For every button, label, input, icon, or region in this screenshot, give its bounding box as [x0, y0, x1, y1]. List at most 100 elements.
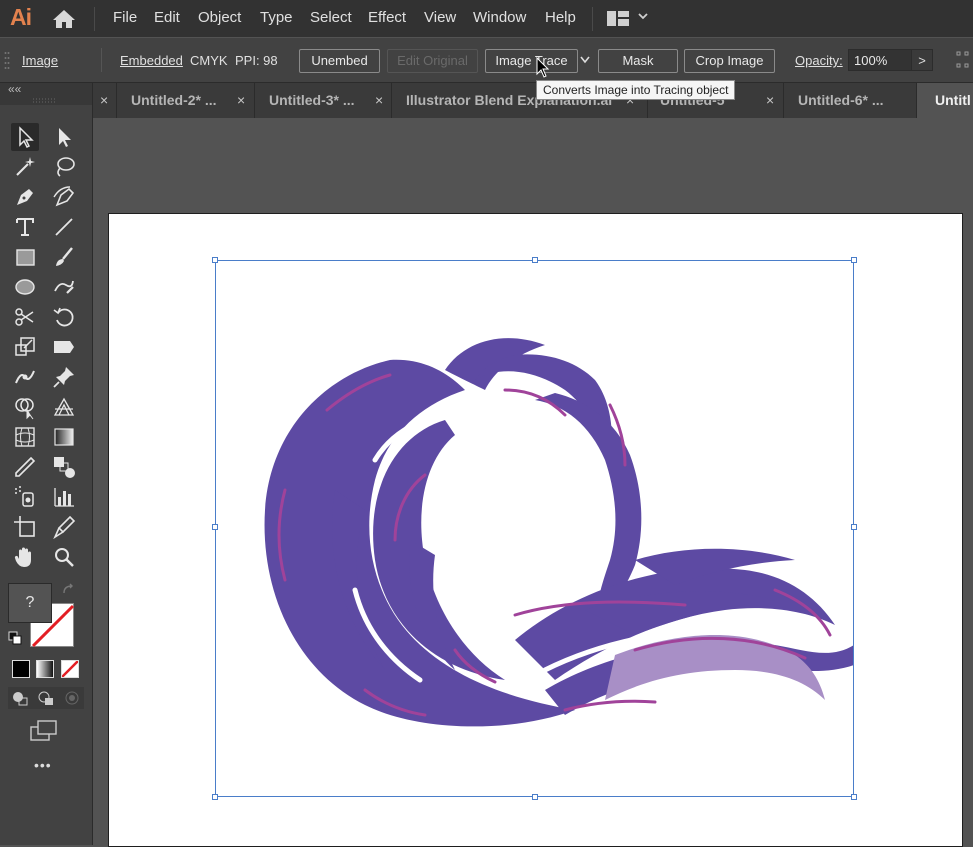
bbox-handle-top-right[interactable] [851, 257, 857, 263]
tab-close-spacer: × [92, 83, 117, 118]
shape-builder-tool-icon[interactable] [11, 393, 39, 421]
slice-tool-icon[interactable] [50, 513, 78, 541]
opacity-label[interactable]: Opacity: [795, 53, 843, 68]
tab-label: Untitl [935, 92, 971, 108]
home-icon[interactable] [52, 9, 76, 29]
menu-type[interactable]: Type [260, 9, 293, 26]
edit-original-button[interactable]: Edit Original [387, 49, 478, 73]
menu-window[interactable]: Window [473, 9, 526, 26]
default-fill-stroke-icon[interactable] [8, 631, 22, 645]
close-icon[interactable]: × [766, 83, 774, 118]
puppet-warp-tool-icon[interactable] [11, 363, 39, 391]
tooltip: Converts Image into Tracing object [536, 80, 736, 100]
menu-select[interactable]: Select [310, 9, 352, 26]
bbox-handle-left[interactable] [212, 524, 218, 530]
rotate-tool-icon[interactable] [50, 303, 78, 331]
tab-untitled-3[interactable]: Untitled-3* ... × [255, 83, 392, 118]
rectangle-tool-icon[interactable] [11, 243, 39, 271]
color-mode-label: CMYK [190, 53, 228, 68]
close-icon[interactable]: × [237, 83, 245, 118]
type-tool-icon[interactable] [11, 213, 39, 241]
symbol-sprayer-tool-icon[interactable] [11, 483, 39, 511]
pin-tool-icon[interactable] [50, 363, 78, 391]
close-icon[interactable]: × [375, 83, 383, 118]
fill-swatch[interactable]: ? [8, 583, 52, 623]
close-icon[interactable]: × [100, 83, 108, 118]
menu-bar: Ai File Edit Object Type Select Effect V… [0, 0, 973, 37]
ellipse-tool-icon[interactable] [11, 273, 39, 301]
image-trace-dropdown-icon[interactable] [579, 55, 591, 65]
object-type-label[interactable]: Image [22, 53, 58, 68]
scale-tool-icon[interactable] [11, 333, 39, 361]
zoom-tool-icon[interactable] [50, 543, 78, 571]
link-state-label[interactable]: Embedded [120, 53, 183, 68]
chevron-down-icon[interactable] [637, 10, 649, 22]
lasso-tool-icon[interactable] [50, 153, 78, 181]
menu-separator [592, 7, 593, 31]
drag-grip-icon[interactable] [33, 98, 57, 103]
draw-behind-icon[interactable] [37, 690, 55, 706]
draw-inside-icon[interactable] [63, 690, 81, 706]
hand-tool-icon[interactable] [11, 543, 39, 571]
bbox-handle-bottom-right[interactable] [851, 794, 857, 800]
selection-bounding-box[interactable] [215, 260, 854, 797]
edit-toolbar-button[interactable]: ••• [34, 757, 52, 773]
width-tool-icon[interactable] [50, 333, 78, 361]
drawing-modes-group [8, 687, 84, 709]
menu-view[interactable]: View [424, 9, 456, 26]
blend-tool-icon[interactable] [50, 453, 78, 481]
line-segment-tool-icon[interactable] [50, 213, 78, 241]
menu-effect[interactable]: Effect [368, 9, 406, 26]
gradient-tool-icon[interactable] [50, 423, 78, 451]
pen-tool-icon[interactable] [11, 183, 39, 211]
none-swatch-icon [62, 661, 78, 677]
gradient-mode-button[interactable] [36, 660, 54, 678]
column-graph-tool-icon[interactable] [50, 483, 78, 511]
menu-help[interactable]: Help [545, 9, 576, 26]
curvature-tool-icon[interactable] [50, 183, 78, 211]
drag-handle-icon[interactable] [4, 50, 10, 70]
artboard-tool-icon[interactable] [11, 513, 39, 541]
draw-normal-icon[interactable] [11, 690, 29, 706]
bbox-handle-bottom-left[interactable] [212, 794, 218, 800]
tab-untitled-2[interactable]: Untitled-2* ... × [117, 83, 255, 118]
collapse-panel-icon[interactable]: «« [8, 82, 21, 96]
selection-tool-icon[interactable] [11, 123, 39, 151]
color-mode-button[interactable] [12, 660, 30, 678]
bbox-handle-top[interactable] [532, 257, 538, 263]
menu-edit[interactable]: Edit [154, 9, 180, 26]
opacity-menu-button[interactable]: > [911, 49, 933, 71]
ppi-label: PPI: 98 [235, 53, 278, 68]
panel-grid-icon[interactable] [956, 51, 970, 69]
unembed-button[interactable]: Unembed [299, 49, 380, 73]
control-bar: Image Embedded CMYK PPI: 98 Unembed Edit… [0, 38, 973, 83]
crop-image-button[interactable]: Crop Image [684, 49, 775, 73]
menu-separator [94, 7, 95, 31]
menu-file[interactable]: File [113, 9, 137, 26]
bbox-handle-right[interactable] [851, 524, 857, 530]
tools-panel-header: «« [0, 82, 92, 105]
magic-wand-tool-icon[interactable] [11, 153, 39, 181]
paintbrush-tool-icon[interactable] [50, 243, 78, 271]
app-logo: Ai [10, 4, 32, 30]
opacity-input[interactable]: 100% [848, 49, 912, 71]
scissors-tool-icon[interactable] [11, 303, 39, 331]
image-trace-button[interactable]: Image Trace [485, 49, 578, 73]
screen-mode-icon[interactable] [30, 720, 58, 742]
none-mode-button[interactable] [61, 660, 79, 678]
direct-selection-tool-icon[interactable] [50, 123, 78, 151]
workspace-layout-icon[interactable] [607, 11, 629, 26]
control-separator [101, 48, 102, 72]
mask-button[interactable]: Mask [598, 49, 678, 73]
tab-untitled-6[interactable]: Untitled-6* ... [784, 83, 917, 118]
perspective-grid-tool-icon[interactable] [50, 393, 78, 421]
tab-active-document[interactable]: Untitl [917, 83, 973, 118]
tools-panel: «« ? ••• [0, 82, 93, 845]
menu-object[interactable]: Object [198, 9, 241, 26]
shaper-tool-icon[interactable] [50, 273, 78, 301]
bbox-handle-top-left[interactable] [212, 257, 218, 263]
bbox-handle-bottom[interactable] [532, 794, 538, 800]
swap-fill-stroke-icon[interactable] [62, 583, 76, 597]
mesh-tool-icon[interactable] [11, 423, 39, 451]
eyedropper-tool-icon[interactable] [11, 453, 39, 481]
